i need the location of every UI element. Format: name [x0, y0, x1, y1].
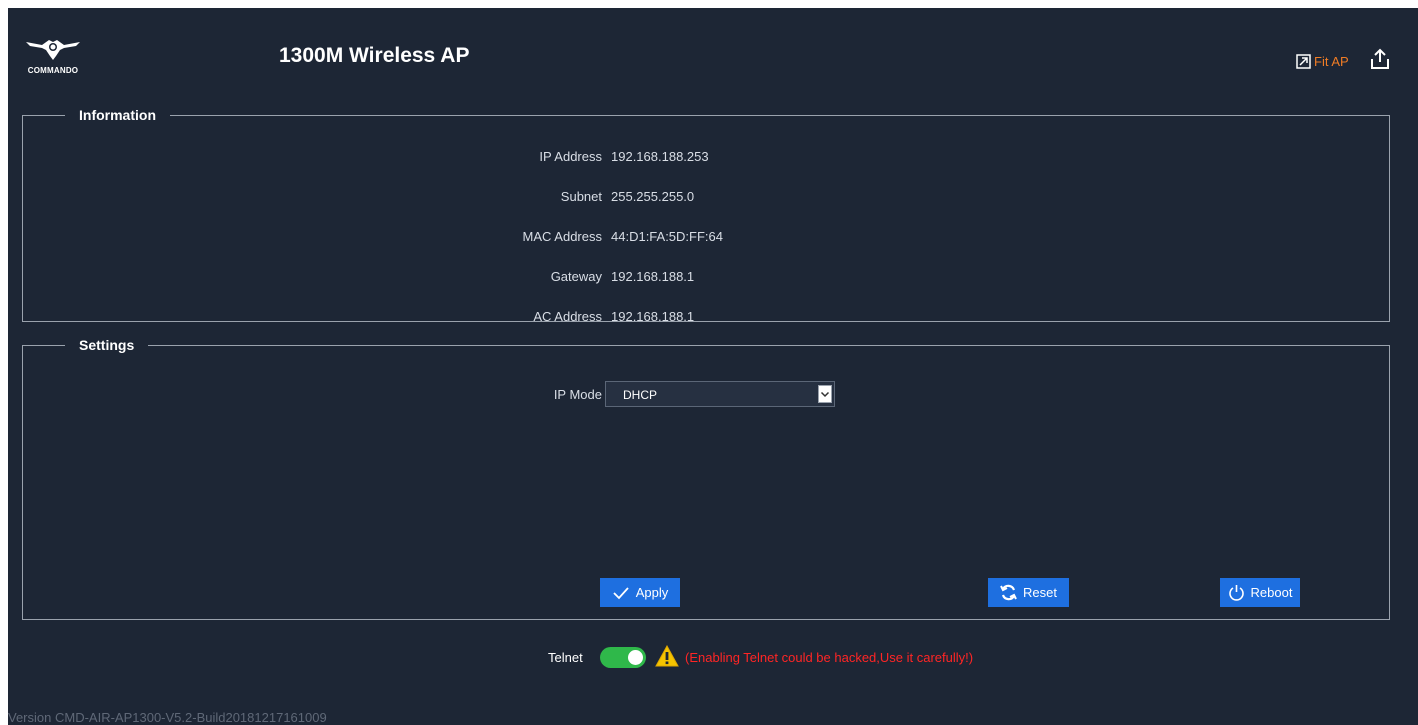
- telnet-toggle[interactable]: [600, 647, 646, 668]
- reset-label: Reset: [1023, 585, 1057, 600]
- gateway-label: Gateway: [550, 269, 602, 284]
- gateway-value: 192.168.188.1: [611, 269, 695, 284]
- info-row-ip-address: IP Address 192.168.188.253: [23, 149, 1389, 169]
- checkmark-icon: [613, 586, 629, 599]
- mac-address-label: MAC Address: [522, 229, 602, 244]
- info-row-gateway: Gateway 192.168.188.1: [23, 269, 1389, 289]
- settings-panel: Settings IP Mode DHCP: [22, 337, 1390, 620]
- commando-logo-icon: COMMANDO: [22, 36, 86, 78]
- telnet-label: Telnet: [548, 650, 583, 665]
- info-row-mac-address: MAC Address 44:D1:FA:5D:FF:64: [23, 229, 1389, 249]
- ip-address-value: 192.168.188.253: [611, 149, 709, 164]
- subnet-label: Subnet: [560, 189, 602, 204]
- logo-text: COMMANDO: [27, 66, 79, 75]
- page-title: 1300M Wireless AP: [279, 44, 470, 67]
- ac-address-label: AC Address: [533, 309, 602, 324]
- reboot-label: Reboot: [1250, 585, 1293, 600]
- settings-legend: Settings: [79, 337, 135, 353]
- information-panel: Information IP Address 192.168.188.253 S…: [22, 107, 1390, 324]
- ip-mode-label: IP Mode: [553, 387, 602, 402]
- subnet-value: 255.255.255.0: [611, 189, 695, 204]
- power-icon: [1228, 585, 1244, 601]
- ac-address-value: 192.168.188.1: [611, 309, 695, 324]
- info-row-ac-address: AC Address 192.168.188.1: [23, 309, 1389, 329]
- ip-mode-select[interactable]: DHCP: [605, 381, 835, 407]
- version-text: Version CMD-AIR-AP1300-V5.2-Build2018121…: [8, 710, 327, 725]
- mac-address-value: 44:D1:FA:5D:FF:64: [611, 229, 723, 244]
- ip-mode-value: DHCP: [623, 388, 658, 402]
- chevron-down-icon[interactable]: [818, 385, 832, 403]
- apply-button[interactable]: Apply: [600, 578, 680, 607]
- toggle-knob: [628, 650, 643, 665]
- fit-ap-icon: [1296, 53, 1311, 69]
- ip-address-label: IP Address: [539, 149, 602, 164]
- apply-label: Apply: [635, 585, 669, 600]
- refresh-icon: [1000, 584, 1017, 601]
- export-icon[interactable]: [1370, 48, 1390, 70]
- telnet-warning-text: (Enabling Telnet could be hacked,Use it …: [685, 650, 974, 665]
- info-row-subnet: Subnet 255.255.255.0: [23, 189, 1389, 209]
- reset-button[interactable]: Reset: [988, 578, 1069, 607]
- reboot-button[interactable]: Reboot: [1220, 578, 1300, 607]
- warning-icon: [655, 645, 679, 667]
- fit-ap-label: Fit AP: [1314, 53, 1349, 69]
- app-window: COMMANDO 1300M Wireless AP Fit AP Inform…: [8, 8, 1418, 725]
- information-legend: Information: [79, 107, 156, 123]
- fit-ap-button[interactable]: Fit AP: [1296, 52, 1349, 70]
